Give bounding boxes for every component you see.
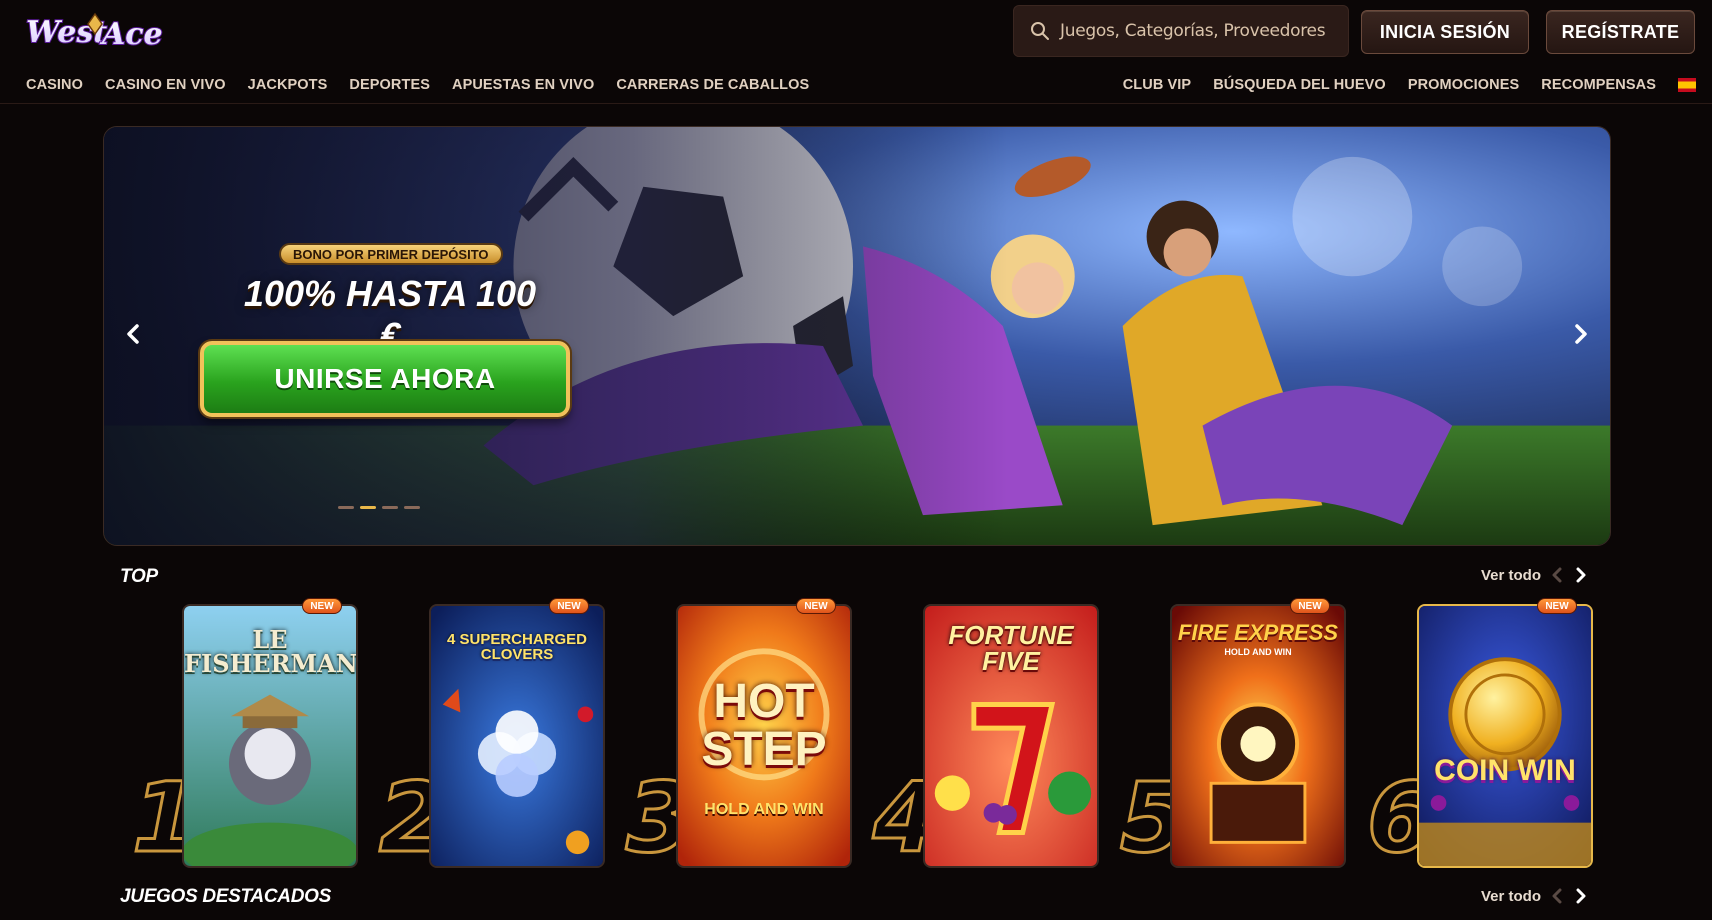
chevron-right-icon	[1575, 324, 1587, 344]
game-thumbnail[interactable]: HOT STEP HOLD AND WIN	[676, 604, 852, 868]
game-art	[1419, 606, 1591, 866]
game-title: LE FISHERMAN	[184, 625, 358, 678]
new-badge: NEW	[1290, 598, 1330, 614]
carousel-dot[interactable]	[382, 506, 398, 509]
hero-next-button[interactable]	[1564, 317, 1598, 351]
header: West Ace Juegos, Categorías, Proveedores…	[0, 0, 1712, 62]
new-badge: NEW	[796, 598, 836, 614]
game-title: FORTUNE FIVE	[948, 620, 1074, 676]
game-card-2[interactable]: 2 NEW 4 SUPERCHARGED CLOVERS	[378, 598, 619, 870]
new-badge: NEW	[1537, 598, 1577, 614]
west-ace-logo: West Ace	[25, 12, 164, 53]
carousel-dot[interactable]	[338, 506, 354, 509]
game-art	[1172, 606, 1344, 866]
nav-right: CLUB VIP BÚSQUEDA DEL HUEVO PROMOCIONES …	[1123, 66, 1696, 104]
featured-pager	[1550, 887, 1588, 905]
search-bar[interactable]: Juegos, Categorías, Proveedores	[1013, 5, 1349, 57]
nav-item-promociones[interactable]: PROMOCIONES	[1408, 77, 1519, 93]
nav-item-apuestas-en-vivo[interactable]: APUESTAS EN VIVO	[452, 77, 594, 93]
chevron-left-icon[interactable]	[1550, 887, 1564, 905]
carousel-dots	[338, 506, 420, 509]
chevron-right-icon[interactable]	[1574, 887, 1588, 905]
carousel-dot-active[interactable]	[360, 506, 376, 509]
new-badge: NEW	[302, 598, 342, 614]
hero-prev-button[interactable]	[116, 317, 150, 351]
nav-item-busqueda-del-huevo[interactable]: BÚSQUEDA DEL HUEVO	[1213, 77, 1386, 93]
game-subtitle: HOLD AND WIN	[704, 801, 824, 818]
nav-left: CASINO CASINO EN VIVO JACKPOTS DEPORTES …	[26, 66, 809, 104]
see-all-top-link[interactable]: Ver todo	[1481, 567, 1541, 584]
nav-item-casino-en-vivo[interactable]: CASINO EN VIVO	[105, 77, 226, 93]
game-thumbnail[interactable]: LE FISHERMAN	[182, 604, 358, 868]
nav-item-carreras-de-caballos[interactable]: CARRERAS DE CABALLOS	[616, 77, 809, 93]
new-badge: NEW	[549, 598, 589, 614]
game-subtitle: HOLD AND WIN	[1224, 647, 1292, 657]
nav-item-casino[interactable]: CASINO	[26, 77, 83, 93]
main-nav: CASINO CASINO EN VIVO JACKPOTS DEPORTES …	[0, 66, 1712, 104]
game-card-4[interactable]: 4 FORTUNE FIVE	[872, 600, 1113, 870]
game-card-3[interactable]: 3 NEW HOT STEP HOLD AND WIN	[625, 598, 866, 870]
register-button[interactable]: REGÍSTRATE	[1546, 10, 1695, 54]
chevron-left-icon[interactable]	[1550, 566, 1564, 584]
game-card-5[interactable]: 5 NEW FIRE EXPRESS HOLD AND WIN	[1119, 598, 1360, 870]
search-input[interactable]: Juegos, Categorías, Proveedores	[1060, 21, 1326, 41]
svg-text:Ace: Ace	[99, 17, 163, 52]
game-thumbnail[interactable]: FIRE EXPRESS HOLD AND WIN	[1170, 604, 1346, 868]
game-card-6[interactable]: 6 NEW COIN WIN	[1366, 598, 1607, 870]
section-title-featured: JUEGOS DESTACADOS	[120, 886, 331, 907]
hero-banner[interactable]: BONO POR PRIMER DEPÓSITO 100% HASTA 100 …	[103, 126, 1611, 546]
hero-badge: BONO POR PRIMER DEPÓSITO	[279, 243, 503, 265]
game-thumbnail[interactable]: COIN WIN	[1417, 604, 1593, 868]
section-title-top: TOP	[120, 566, 158, 587]
nav-item-recompensas[interactable]: RECOMPENSAS	[1541, 77, 1656, 93]
game-title: HOT STEP	[701, 675, 827, 776]
game-title: COIN WIN	[1434, 754, 1576, 787]
search-icon	[1031, 22, 1049, 40]
chevron-right-icon[interactable]	[1574, 566, 1588, 584]
nav-item-deportes[interactable]: DEPORTES	[349, 77, 430, 93]
game-title: FIRE EXPRESS	[1177, 620, 1339, 645]
chevron-left-icon	[127, 324, 139, 344]
nav-item-club-vip[interactable]: CLUB VIP	[1123, 77, 1191, 93]
see-all-featured-link[interactable]: Ver todo	[1481, 888, 1541, 905]
login-button[interactable]: INICIA SESIÓN	[1361, 10, 1529, 54]
game-thumbnail[interactable]: FORTUNE FIVE	[923, 604, 1099, 868]
game-thumbnail[interactable]: 4 SUPERCHARGED CLOVERS	[429, 604, 605, 868]
game-title: 4 SUPERCHARGED CLOVERS	[446, 631, 588, 663]
nav-item-jackpots[interactable]: JACKPOTS	[248, 77, 328, 93]
game-card-1[interactable]: 1 NEW LE FISHERMAN	[131, 598, 372, 870]
carousel-dot[interactable]	[404, 506, 420, 509]
top-pager	[1550, 566, 1588, 584]
logo[interactable]: West Ace	[22, 6, 172, 56]
spain-flag-icon[interactable]	[1678, 78, 1696, 92]
join-now-button[interactable]: UNIRSE AHORA	[200, 341, 570, 417]
